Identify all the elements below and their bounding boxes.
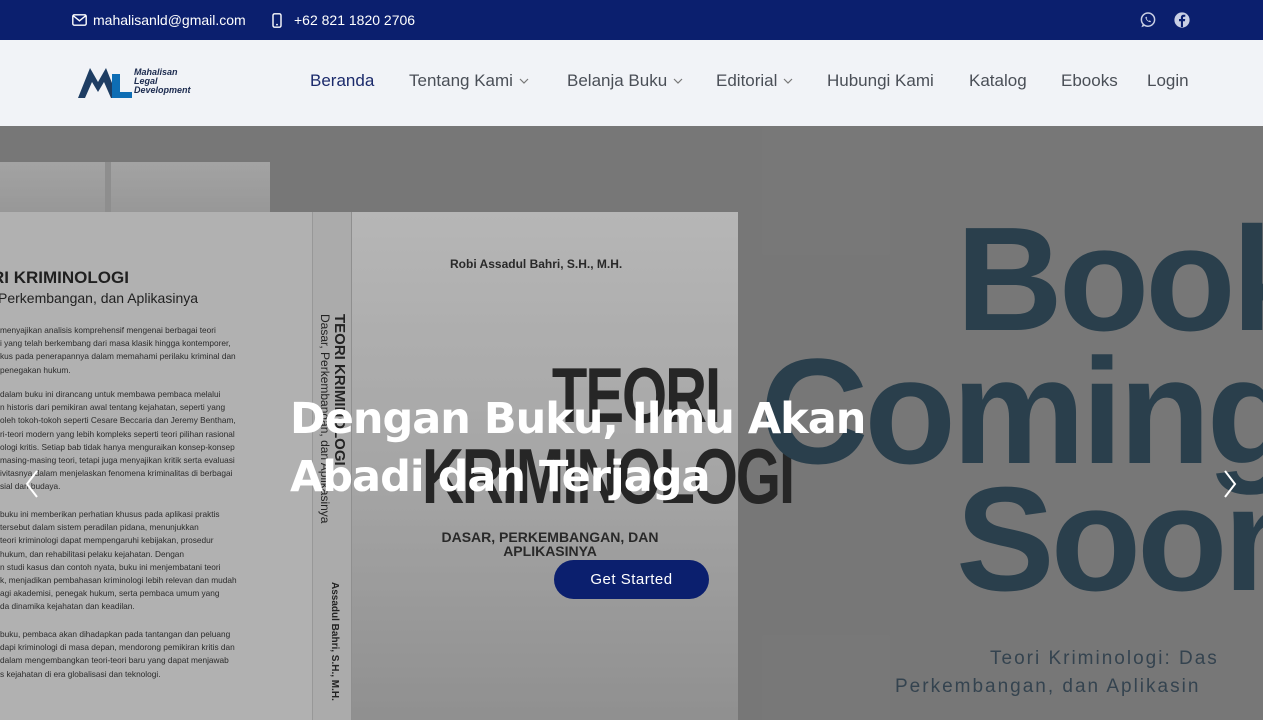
nav-login[interactable]: Login xyxy=(1147,71,1189,91)
chevron-down-icon xyxy=(783,78,793,84)
nav-beranda[interactable]: Beranda xyxy=(310,71,374,91)
envelope-icon xyxy=(72,14,87,26)
whatsapp-icon[interactable] xyxy=(1139,11,1157,29)
logo-text: Mahalisan Legal Development xyxy=(134,67,191,95)
phone-text: +62 821 1820 2706 xyxy=(294,12,416,28)
nav-tentang-kami[interactable]: Tentang Kami xyxy=(409,71,529,91)
carousel-next-button[interactable] xyxy=(1220,468,1240,504)
phone-icon xyxy=(272,12,282,28)
hero-carousel: RI KRIMINOLOGI Perkembangan, dan Aplikas… xyxy=(0,126,1263,720)
email-text: mahalisanld@gmail.com xyxy=(93,12,246,28)
nav-belanja-buku[interactable]: Belanja Buku xyxy=(567,71,683,91)
chevron-right-icon xyxy=(1223,469,1237,504)
site-header: Mahalisan Legal Development Beranda Tent… xyxy=(0,40,1263,126)
chevron-left-icon xyxy=(25,469,39,504)
chevron-down-icon xyxy=(519,78,529,84)
top-bar: mahalisanld@gmail.com +62 821 1820 2706 xyxy=(0,0,1263,40)
carousel-prev-button[interactable] xyxy=(22,468,42,504)
contact-email[interactable]: mahalisanld@gmail.com xyxy=(72,0,246,40)
nav-katalog[interactable]: Katalog xyxy=(969,71,1027,91)
chevron-down-icon xyxy=(673,78,683,84)
nav-editorial[interactable]: Editorial xyxy=(716,71,793,91)
hero-heading: Dengan Buku, Ilmu Akan Abadi dan Terjaga xyxy=(290,394,866,502)
nav-hubungi-kami[interactable]: Hubungi Kami xyxy=(827,71,934,91)
get-started-button[interactable]: Get Started xyxy=(554,560,709,599)
contact-phone[interactable]: +62 821 1820 2706 xyxy=(272,0,415,40)
facebook-icon[interactable] xyxy=(1173,11,1191,29)
nav-ebooks[interactable]: Ebooks xyxy=(1061,71,1118,91)
site-logo[interactable]: Mahalisan Legal Development xyxy=(76,64,206,104)
